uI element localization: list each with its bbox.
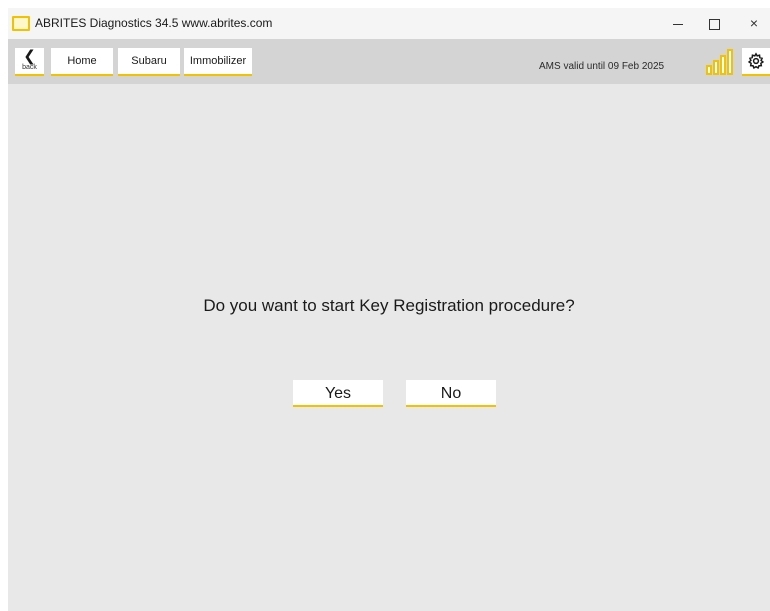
minimize-button[interactable] [658,8,698,39]
window-title: ABRITES Diagnostics 34.5 www.abrites.com [35,16,273,30]
maximize-icon [708,18,720,30]
app-window: ABRITES Diagnostics 34.5 www.abrites.com… [8,8,770,611]
title-bar: ABRITES Diagnostics 34.5 www.abrites.com… [8,8,770,39]
breadcrumb-immobilizer[interactable]: Immobilizer [184,48,252,76]
abrites-logo-icon [12,16,30,31]
minimize-icon [673,23,683,25]
back-button[interactable]: ❮ back [15,48,44,76]
breadcrumb-home[interactable]: Home [51,48,113,76]
signal-bars-icon [706,49,733,75]
yes-button[interactable]: Yes [293,380,383,407]
back-chevron-icon: ❮ [23,48,36,65]
no-button[interactable]: No [406,380,496,407]
breadcrumb-subaru[interactable]: Subaru [118,48,180,76]
gear-icon [747,52,765,69]
close-button[interactable]: × [734,8,770,39]
navigation-bar: ❮ back Home Subaru Immobilizer AMS valid… [8,39,770,84]
back-label: back [22,64,37,71]
maximize-button[interactable] [694,8,734,39]
settings-button[interactable] [742,48,770,76]
dialog-question: Do you want to start Key Registration pr… [203,296,575,315]
ams-status: AMS valid until 09 Feb 2025 [539,61,665,72]
